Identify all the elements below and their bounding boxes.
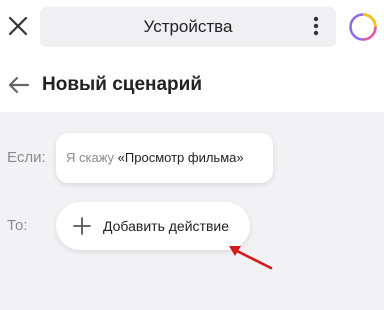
arrow-left-icon[interactable] (6, 72, 32, 98)
more-vertical-icon[interactable] (308, 14, 324, 38)
page-header: Новый сценарий (0, 56, 384, 112)
top-bar: Устройства (0, 0, 384, 56)
annotation-arrow-icon (229, 246, 273, 270)
condition-phrase: «Просмотр фильма» (117, 150, 244, 165)
address-bar[interactable]: Устройства (40, 7, 336, 47)
condition-text: Я скажу «Просмотр фильма» (66, 133, 244, 183)
plus-icon (72, 216, 92, 236)
condition-card[interactable]: Я скажу «Просмотр фильма» (56, 133, 273, 183)
page-title: Новый сценарий (42, 74, 203, 95)
close-icon[interactable] (4, 12, 32, 40)
alice-avatar-icon[interactable] (349, 13, 377, 41)
action-label: То: (7, 217, 28, 234)
add-action-label: Добавить действие (103, 218, 229, 234)
condition-label: Если: (7, 149, 46, 166)
add-action-button[interactable]: Добавить действие (56, 202, 250, 250)
condition-prefix: Я скажу (66, 150, 115, 165)
page-location-title: Устройства (143, 17, 233, 36)
